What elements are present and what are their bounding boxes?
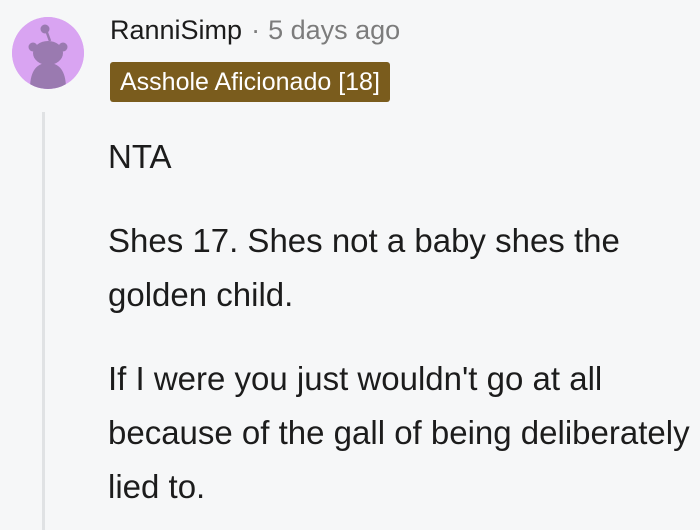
username-link[interactable]: RanniSimp <box>110 15 242 46</box>
reddit-snoo-avatar-icon <box>12 17 84 89</box>
comment-paragraph-2: Shes 17. Shes not a baby shes the golden… <box>108 222 620 313</box>
comment-body: NTA Shes 17. Shes not a baby shes the go… <box>108 130 693 530</box>
avatar[interactable] <box>12 17 84 89</box>
comment-meta: RanniSimp · 5 days ago <box>110 10 400 50</box>
comment-paragraph-3: If I were you just wouldn't go at all be… <box>108 360 690 505</box>
thread-line[interactable] <box>42 112 45 530</box>
user-flair: Asshole Aficionado [18] <box>110 62 390 102</box>
timestamp-link[interactable]: 5 days ago <box>268 15 400 46</box>
comment-paragraph-1: NTA <box>108 138 172 175</box>
meta-separator: · <box>251 14 261 45</box>
